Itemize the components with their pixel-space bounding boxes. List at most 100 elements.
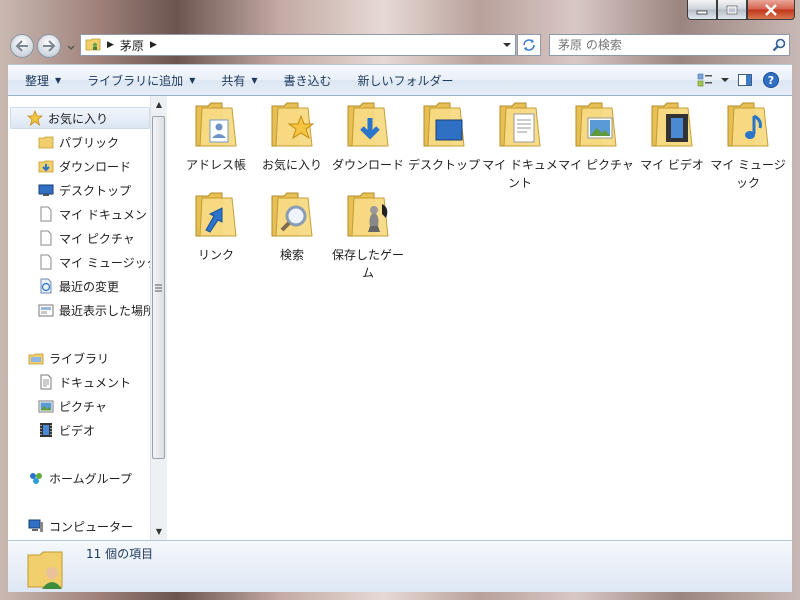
maximize-button[interactable] (717, 0, 747, 20)
scroll-up-button[interactable]: ▲ (151, 96, 167, 113)
document-icon (38, 206, 54, 222)
breadcrumb-separator[interactable]: ▶ (150, 40, 157, 50)
pictures-folder-icon (572, 102, 620, 150)
file-item[interactable]: マイ ビデオ (634, 102, 710, 174)
pictures-library-icon (38, 398, 54, 414)
document-icon (38, 254, 54, 270)
minimize-button[interactable] (687, 0, 717, 20)
file-item[interactable]: デスクトップ (406, 102, 482, 174)
address-bar[interactable]: ▶ 茅原 ▶ (80, 34, 516, 56)
explorer-window: ▶ 茅原 ▶ 整理▼ ライブラリに追加▼ 共有▼ 書き込む 新しいフォルダー (0, 0, 800, 600)
star-icon (27, 110, 43, 126)
change-view-button[interactable] (692, 69, 718, 91)
nav-item-pictures[interactable]: ピクチャ (38, 395, 107, 417)
back-button[interactable] (10, 34, 34, 58)
address-history-dropdown[interactable] (498, 35, 515, 55)
file-label: マイ ミュージック (710, 158, 786, 190)
nav-item-favorites[interactable]: お気に入り (10, 107, 150, 129)
nav-item-downloads[interactable]: ダウンロード (38, 155, 131, 177)
arrow-left-icon (15, 40, 28, 52)
document-icon (38, 230, 54, 246)
file-item[interactable]: ダウンロード (330, 102, 406, 174)
nav-item-recent-places[interactable]: 最近表示した場所 (38, 299, 150, 321)
refresh-icon (523, 39, 535, 51)
search-icon[interactable] (769, 38, 789, 52)
breadcrumb-current[interactable]: 茅原 (120, 37, 144, 54)
file-item[interactable]: お気に入り (254, 102, 330, 174)
minimize-icon (696, 10, 708, 14)
refresh-button[interactable] (517, 34, 541, 56)
chevron-down-icon: ▼ (189, 75, 196, 85)
chevron-down-icon (67, 45, 75, 50)
nav-item-my-pictures[interactable]: マイ ピクチャ (38, 227, 135, 249)
documents-folder-icon (496, 102, 544, 150)
recent-changes-icon (38, 278, 54, 294)
chevron-down-icon: ▼ (55, 75, 62, 85)
recent-pages-dropdown[interactable] (66, 41, 76, 51)
desktop-icon (38, 182, 54, 198)
nav-item-computer[interactable]: コンピューター (28, 515, 133, 537)
library-icon (28, 350, 44, 366)
new-folder-button[interactable]: 新しいフォルダー (349, 69, 463, 91)
scroll-thumb[interactable] (152, 116, 165, 459)
music-folder-icon (724, 102, 772, 150)
nav-item-my-music[interactable]: マイ ミュージック (38, 251, 150, 273)
close-button[interactable] (747, 0, 795, 20)
maximize-icon (726, 5, 738, 14)
preview-pane-icon (738, 74, 752, 86)
file-item[interactable]: 保存したゲーム (330, 192, 406, 282)
file-item[interactable]: マイ ミュージック (710, 102, 786, 192)
nav-item-videos[interactable]: ビデオ (38, 419, 95, 441)
file-label: マイ ドキュメント (482, 158, 558, 190)
help-button[interactable]: ? (758, 69, 784, 91)
file-item[interactable]: リンク (178, 192, 254, 264)
file-label: お気に入り (261, 158, 322, 172)
burn-button[interactable]: 書き込む (275, 69, 341, 91)
organize-button[interactable]: 整理 ▼ (16, 69, 70, 91)
documents-library-icon (38, 374, 54, 390)
saved-games-folder-icon (344, 192, 392, 240)
file-item[interactable]: 検索 (254, 192, 330, 264)
nav-pane-scrollbar[interactable]: ▲ ▼ (150, 96, 167, 540)
nav-item-documents[interactable]: ドキュメント (38, 371, 131, 393)
view-dropdown[interactable] (718, 69, 732, 91)
nav-item-desktop[interactable]: デスクトップ (38, 179, 131, 201)
main-content: お気に入り パブリック ダウンロード デスクトップ マイ ドキュメント マイ ピ… (8, 96, 792, 540)
downloads-folder-icon (38, 158, 54, 174)
preview-pane-button[interactable] (732, 69, 758, 91)
file-list: アドレス帳 お気に入り ダウンロード デスクトップ マイ ドキュメント マイ ピクチャ マイ… (178, 102, 788, 532)
svg-text:?: ? (768, 74, 774, 87)
item-count: 11 個の項目 (86, 547, 154, 561)
user-folder-icon (26, 547, 66, 592)
desktop-folder-icon (420, 102, 468, 150)
search-input[interactable] (550, 37, 769, 53)
nav-item-my-documents[interactable]: マイ ドキュメント (38, 203, 150, 225)
videos-library-icon (38, 422, 54, 438)
file-label: マイ ピクチャ (558, 158, 634, 172)
folder-icon (38, 134, 54, 150)
nav-item-public[interactable]: パブリック (38, 131, 119, 153)
share-button[interactable]: 共有 ▼ (212, 69, 266, 91)
forward-button[interactable] (37, 34, 61, 58)
grip-icon (155, 284, 162, 291)
file-item[interactable]: マイ ドキュメント (482, 102, 558, 192)
file-label: ダウンロード (331, 158, 404, 172)
file-item[interactable]: アドレス帳 (178, 102, 254, 174)
file-item[interactable]: マイ ピクチャ (558, 102, 634, 174)
close-icon (765, 3, 777, 16)
nav-item-homegroup[interactable]: ホームグループ (28, 467, 132, 489)
file-label: 検索 (279, 248, 304, 262)
homegroup-icon (28, 470, 44, 486)
chevron-down-icon (503, 43, 511, 47)
pane-splitter[interactable] (167, 96, 172, 540)
breadcrumb-separator[interactable]: ▶ (107, 40, 114, 50)
command-bar: 整理 ▼ ライブラリに追加 ▼ 共有 ▼ 書き込む 新しいフォルダー ? (8, 64, 792, 96)
chevron-down-icon: ▼ (251, 75, 258, 85)
include-in-library-button[interactable]: ライブラリに追加 ▼ (78, 69, 204, 91)
nav-item-recent-changes[interactable]: 最近の変更 (38, 275, 119, 297)
nav-item-libraries[interactable]: ライブラリ (28, 347, 109, 369)
scroll-down-button[interactable]: ▼ (151, 523, 167, 540)
arrow-right-icon (43, 40, 56, 52)
search-box[interactable] (549, 34, 790, 56)
view-options-icon (697, 73, 712, 87)
